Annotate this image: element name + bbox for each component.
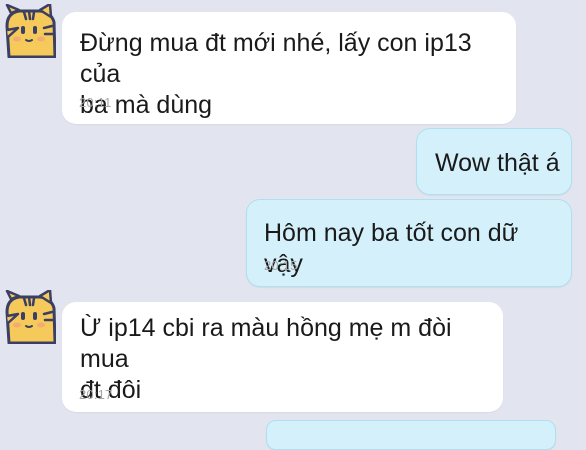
message-bubble-outgoing[interactable]: Hôm nay ba tốt con dữ vậy 20:15 bbox=[246, 199, 572, 287]
chat-thread[interactable]: Đừng mua đt mới nhé, lấy con ip13 của ba… bbox=[0, 0, 586, 450]
message-text: Wow thật á bbox=[435, 149, 560, 177]
message-text: Hôm nay ba tốt con dữ vậy bbox=[264, 219, 519, 278]
tiger-avatar-icon[interactable] bbox=[2, 2, 57, 59]
tiger-avatar-icon[interactable] bbox=[2, 288, 57, 345]
message-text: Đừng mua đt mới nhé, lấy con ip13 của ba… bbox=[80, 29, 472, 119]
message-bubble-incoming[interactable]: Đừng mua đt mới nhé, lấy con ip13 của ba… bbox=[62, 12, 516, 124]
message-timestamp: 20:15 bbox=[264, 258, 298, 273]
message-timestamp: 20:11 bbox=[79, 95, 112, 110]
message-text: Ừ ip14 cbi ra màu hồng mẹ m đòi mua đt đ… bbox=[80, 314, 452, 404]
message-timestamp: 20:17 bbox=[79, 387, 113, 402]
message-bubble-incoming[interactable]: Ừ ip14 cbi ra màu hồng mẹ m đòi mua đt đ… bbox=[62, 302, 503, 412]
message-bubble-outgoing-partial[interactable] bbox=[266, 420, 556, 450]
message-bubble-outgoing[interactable]: Wow thật á bbox=[416, 128, 572, 195]
